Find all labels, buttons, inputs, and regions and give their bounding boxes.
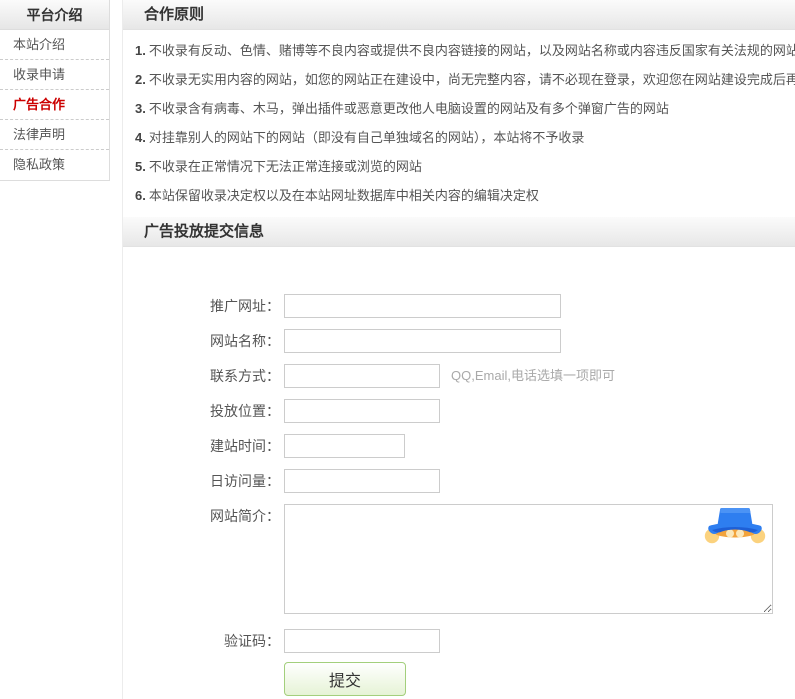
principles-section-title: 合作原则 — [123, 0, 795, 30]
ad-form-section-title: 广告投放提交信息 — [123, 217, 795, 247]
sidebar: 平台介绍 本站介绍 收录申请 广告合作 法律声明 隐私政策 — [0, 0, 110, 181]
form-row-promo-url: 推广网址： — [123, 294, 795, 318]
ad-position-field[interactable] — [284, 399, 440, 423]
captcha-field[interactable] — [284, 629, 440, 653]
rule-item: 4.对挂靠别人的网站下的网站（即没有自己单独域名的网站），本站将不予收录 — [135, 130, 781, 146]
captcha-label: 验证码： — [123, 629, 280, 653]
daily-visits-field[interactable] — [284, 469, 440, 493]
sidebar-item-privacy-policy[interactable]: 隐私政策 — [0, 150, 109, 180]
rule-item: 6.本站保留收录决定权以及在本站网址数据库中相关内容的编辑决定权 — [135, 188, 781, 204]
ad-form: 推广网址： 网站名称： 联系方式： QQ,Email,电话选填一项即可 投放位置… — [123, 247, 795, 696]
rule-item: 5.不收录在正常情况下无法正常连接或浏览的网站 — [135, 159, 781, 175]
contact-hint: QQ,Email,电话选填一项即可 — [451, 364, 615, 388]
form-row-site-created: 建站时间： — [123, 434, 795, 458]
rule-item: 2.不收录无实用内容的网站，如您的网站正在建设中，尚无完整内容，请不必现在登录，… — [135, 72, 781, 88]
form-row-submit: 提交 — [123, 662, 795, 696]
contact-label: 联系方式： — [123, 364, 280, 388]
form-row-ad-position: 投放位置： — [123, 399, 795, 423]
form-row-site-name: 网站名称： — [123, 329, 795, 353]
promo-url-label: 推广网址： — [123, 294, 280, 318]
sidebar-item-site-intro[interactable]: 本站介绍 — [0, 30, 109, 60]
site-name-field[interactable] — [284, 329, 561, 353]
sidebar-item-inclusion-apply[interactable]: 收录申请 — [0, 60, 109, 90]
site-created-label: 建站时间： — [123, 434, 280, 458]
site-name-label: 网站名称： — [123, 329, 280, 353]
site-description-textarea[interactable] — [284, 504, 773, 614]
site-description-label: 网站简介： — [123, 504, 280, 528]
submit-button[interactable]: 提交 — [284, 662, 406, 696]
rule-item: 1.不收录有反动、色情、赌博等不良内容或提供不良内容链接的网站，以及网站名称或内… — [135, 43, 781, 59]
main-content: 合作原则 1.不收录有反动、色情、赌博等不良内容或提供不良内容链接的网站，以及网… — [122, 0, 795, 699]
rule-item: 3.不收录含有病毒、木马，弹出插件或恶意更改他人电脑设置的网站及有多个弹窗广告的… — [135, 101, 781, 117]
contact-field[interactable] — [284, 364, 440, 388]
principles-list: 1.不收录有反动、色情、赌博等不良内容或提供不良内容链接的网站，以及网站名称或内… — [123, 30, 795, 204]
form-row-site-description: 网站简介： — [123, 504, 795, 614]
ad-position-label: 投放位置： — [123, 399, 280, 423]
sidebar-item-ad-cooperation[interactable]: 广告合作 — [0, 90, 109, 120]
form-row-daily-visits: 日访问量： — [123, 469, 795, 493]
form-row-contact: 联系方式： QQ,Email,电话选填一项即可 — [123, 364, 795, 388]
sidebar-title: 平台介绍 — [0, 0, 109, 30]
promo-url-field[interactable] — [284, 294, 561, 318]
daily-visits-label: 日访问量： — [123, 469, 280, 493]
sidebar-item-legal-notice[interactable]: 法律声明 — [0, 120, 109, 150]
site-created-date-field[interactable] — [284, 434, 405, 458]
form-row-captcha: 验证码： — [123, 629, 795, 653]
